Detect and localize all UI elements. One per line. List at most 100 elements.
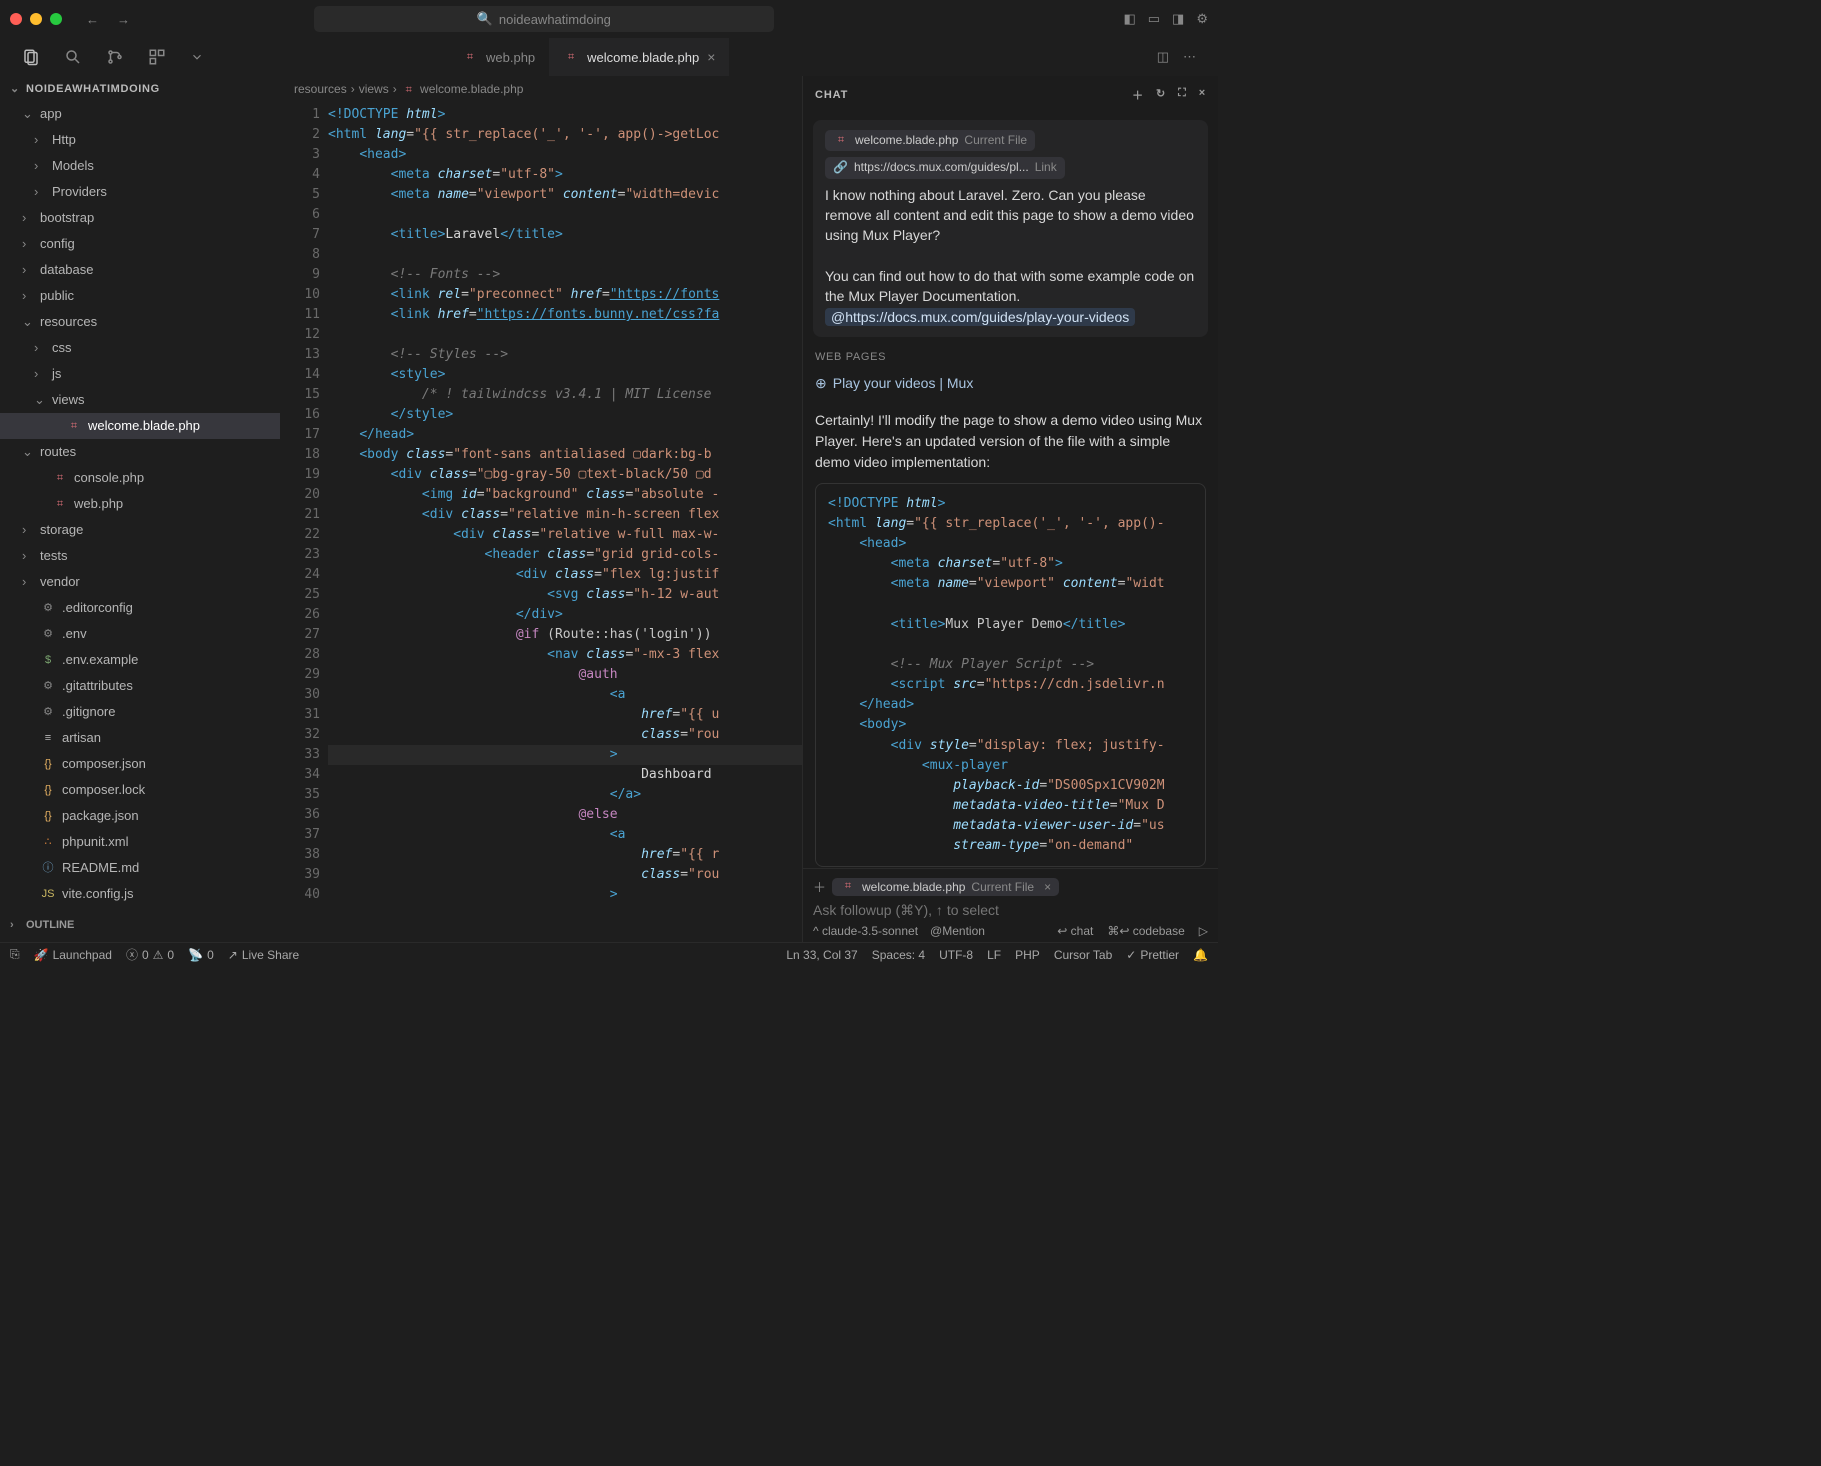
tree-item--gitattributes[interactable]: ⚙.gitattributes: [0, 673, 280, 699]
nav-back[interactable]: ←: [82, 12, 103, 27]
breadcrumb-part[interactable]: views: [359, 82, 389, 96]
code-content[interactable]: <!DOCTYPE html><html lang="{{ str_replac…: [328, 103, 802, 942]
launchpad[interactable]: 🚀 Launchpad: [34, 948, 112, 962]
cursor-tab[interactable]: Cursor Tab: [1054, 948, 1112, 962]
minimize-window[interactable]: [30, 13, 42, 25]
explorer-header[interactable]: ⌄ NOIDEAWHATIMDOING: [0, 76, 280, 101]
outline-section[interactable]: › OUTLINE: [0, 913, 280, 937]
close-chat-icon[interactable]: ×: [1199, 87, 1206, 103]
chevron-right-icon: ›: [22, 285, 34, 307]
user-inline-link[interactable]: @https://docs.mux.com/guides/play-your-v…: [825, 308, 1135, 326]
explorer-icon[interactable]: [22, 48, 40, 66]
breadcrumb-part[interactable]: resources: [294, 82, 347, 96]
tree-item-web-php[interactable]: ⌗web.php: [0, 491, 280, 517]
tree-item--gitignore[interactable]: ⚙.gitignore: [0, 699, 280, 725]
tree-item-vite-config-js[interactable]: JSvite.config.js: [0, 881, 280, 907]
composer-context-chip[interactable]: ⌗ welcome.blade.php Current File ×: [832, 878, 1059, 896]
tree-item-storage[interactable]: ›storage: [0, 517, 280, 543]
context-chip-file[interactable]: ⌗ welcome.blade.php Current File: [825, 130, 1035, 151]
prettier-label: Prettier: [1140, 948, 1179, 962]
chevron-down-icon: ⌄: [34, 389, 46, 411]
tree-item--env[interactable]: ⚙.env: [0, 621, 280, 647]
live-share[interactable]: ↗ Live Share: [228, 948, 299, 962]
more-views-icon[interactable]: [190, 50, 204, 64]
code-area[interactable]: 1234567891011121314151617181920212223242…: [280, 103, 802, 942]
send-codebase-hint[interactable]: ⌘↩ codebase: [1107, 924, 1184, 938]
add-context-icon[interactable]: ＋: [813, 877, 826, 896]
nav-forward[interactable]: →: [113, 12, 134, 27]
assistant-code-block[interactable]: <!DOCTYPE html> <html lang="{{ str_repla…: [815, 483, 1206, 868]
tree-item-config[interactable]: ›config: [0, 231, 280, 257]
tree-item-welcome-blade-php[interactable]: ⌗welcome.blade.php: [0, 413, 280, 439]
layout-panel-right-icon[interactable]: ◨: [1172, 11, 1184, 27]
tree-item-bootstrap[interactable]: ›bootstrap: [0, 205, 280, 231]
webpage-link[interactable]: ⊕ Play your videos | Mux: [813, 373, 1208, 400]
extensions-icon[interactable]: [148, 48, 166, 66]
breadcrumb[interactable]: resources›views›⌗ welcome.blade.php: [280, 76, 802, 103]
tree-item-public[interactable]: ›public: [0, 283, 280, 309]
tree-item-resources[interactable]: ⌄resources: [0, 309, 280, 335]
tree-item-tests[interactable]: ›tests: [0, 543, 280, 569]
search-activity-icon[interactable]: [64, 48, 82, 66]
breadcrumb-part[interactable]: welcome.blade.php: [420, 82, 523, 96]
tree-item-css[interactable]: ›css: [0, 335, 280, 361]
tree-item-routes[interactable]: ⌄routes: [0, 439, 280, 465]
context-chip-link[interactable]: 🔗 https://docs.mux.com/guides/pl... Link: [825, 157, 1065, 178]
laravel-icon: ⌗: [462, 51, 478, 64]
split-editor-icon[interactable]: ◫: [1157, 49, 1169, 65]
tree-item-console-php[interactable]: ⌗console.php: [0, 465, 280, 491]
ports[interactable]: 📡 0: [188, 948, 214, 962]
tree-item-vendor[interactable]: ›vendor: [0, 569, 280, 595]
tree-item-composer-json[interactable]: {}composer.json: [0, 751, 280, 777]
settings-gear-icon[interactable]: ⚙: [1196, 11, 1208, 27]
layout-panel-left-icon[interactable]: ◧: [1123, 11, 1135, 27]
notifications-icon[interactable]: 🔔: [1193, 948, 1208, 962]
mention-button[interactable]: @Mention: [930, 924, 985, 938]
composer-input[interactable]: [813, 902, 1208, 918]
close-window[interactable]: [10, 13, 22, 25]
history-icon[interactable]: ↻: [1156, 87, 1166, 103]
tree-item-label: storage: [40, 519, 83, 541]
problems[interactable]: ⓧ 0 ⚠ 0: [126, 946, 174, 963]
new-chat-icon[interactable]: ＋: [1132, 87, 1144, 103]
tree-item--editorconfig[interactable]: ⚙.editorconfig: [0, 595, 280, 621]
tree-item-js[interactable]: ›js: [0, 361, 280, 387]
remote-icon[interactable]: ⎘: [10, 947, 20, 962]
tab-welcome-blade[interactable]: ⌗ welcome.blade.php ×: [549, 38, 729, 76]
send-chat-hint[interactable]: ↩ chat: [1057, 924, 1093, 938]
tree-item--env-example[interactable]: $.env.example: [0, 647, 280, 673]
encoding[interactable]: UTF-8: [939, 948, 973, 962]
tree-item-readme-md[interactable]: ⓘREADME.md: [0, 855, 280, 881]
language-mode[interactable]: PHP: [1015, 948, 1040, 962]
remove-chip-icon[interactable]: ×: [1044, 880, 1051, 894]
composer-file-kind: Current File: [971, 880, 1034, 894]
line-gutter: 1234567891011121314151617181920212223242…: [280, 103, 328, 942]
timeline-section[interactable]: › TIMELINE: [0, 937, 280, 942]
context-link-text: https://docs.mux.com/guides/pl...: [854, 159, 1029, 176]
eol[interactable]: LF: [987, 948, 1001, 962]
tree-item-database[interactable]: ›database: [0, 257, 280, 283]
command-center[interactable]: 🔍 noideawhatimdoing: [314, 6, 774, 32]
expand-icon[interactable]: ⛶: [1178, 87, 1187, 103]
tree-item-models[interactable]: ›Models: [0, 153, 280, 179]
layout-panel-bottom-icon[interactable]: ▭: [1148, 11, 1160, 27]
model-picker[interactable]: ^ claude-3.5-sonnet: [813, 924, 918, 938]
chat-header: CHAT ＋ ↻ ⛶ ×: [803, 76, 1218, 114]
tree-item-phpunit-xml[interactable]: ∴phpunit.xml: [0, 829, 280, 855]
tab-web-php[interactable]: ⌗ web.php: [448, 38, 549, 76]
send-icon[interactable]: ▷: [1199, 924, 1208, 938]
tree-item-providers[interactable]: ›Providers: [0, 179, 280, 205]
tree-item-views[interactable]: ⌄views: [0, 387, 280, 413]
source-control-icon[interactable]: [106, 48, 124, 66]
more-actions-icon[interactable]: ⋯: [1183, 49, 1196, 65]
tree-item-composer-lock[interactable]: {}composer.lock: [0, 777, 280, 803]
prettier[interactable]: ✓ Prettier: [1126, 948, 1179, 962]
maximize-window[interactable]: [50, 13, 62, 25]
tree-item-artisan[interactable]: ≡artisan: [0, 725, 280, 751]
tree-item-http[interactable]: ›Http: [0, 127, 280, 153]
tree-item-package-json[interactable]: {}package.json: [0, 803, 280, 829]
indentation[interactable]: Spaces: 4: [872, 948, 925, 962]
cursor-position[interactable]: Ln 33, Col 37: [786, 948, 857, 962]
tab-close-icon[interactable]: ×: [707, 49, 715, 65]
tree-item-app[interactable]: ⌄app: [0, 101, 280, 127]
